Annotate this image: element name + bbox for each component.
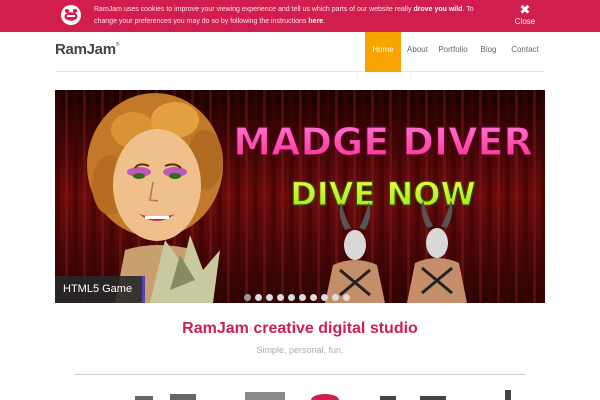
slider-dot[interactable] — [266, 294, 273, 301]
madge-face — [113, 129, 201, 241]
hero-title-1: MADGE DIVER — [233, 120, 532, 164]
nav-item-blog[interactable]: Blog — [472, 32, 505, 72]
client-logos-strip — [135, 390, 511, 400]
cookie-close-button[interactable]: ✖ Close — [510, 3, 540, 29]
cookie-text-end: . — [323, 18, 326, 25]
close-label: Close — [514, 17, 536, 26]
studio-title: RamJam creative digital studio — [182, 320, 418, 337]
cookie-message: RamJam uses cookies to improve your view… — [94, 4, 489, 28]
slider-dot[interactable] — [310, 294, 317, 301]
main-nav: Home About Portfolio Blog Contact — [365, 32, 545, 72]
hero-slider[interactable]: MADGE DIVER DIVE NOW HTML5 Game — [55, 90, 545, 303]
section-divider — [75, 374, 525, 375]
slider-dot[interactable] — [277, 294, 284, 301]
site-logo[interactable]: RamJam® — [55, 41, 119, 58]
close-icon: ✖ — [519, 2, 531, 17]
registered-mark: ® — [115, 42, 120, 48]
slider-dot[interactable] — [343, 294, 350, 301]
logo-text: RamJam — [55, 41, 116, 58]
slider-dot[interactable] — [244, 294, 251, 301]
slider-dot[interactable] — [332, 294, 339, 301]
ramjam-logo-icon — [61, 5, 81, 25]
cookie-text-bold: drove you wild — [413, 6, 463, 13]
slider-dot[interactable] — [299, 294, 306, 301]
slider-pagination — [244, 294, 350, 301]
nav-item-contact[interactable]: Contact — [505, 32, 545, 72]
hero-slide-image: MADGE DIVER DIVE NOW — [55, 90, 545, 303]
hero-title-2: DIVE NOW — [290, 175, 476, 213]
hero-caption[interactable]: HTML5 Game — [55, 276, 145, 303]
slider-dot[interactable] — [255, 294, 262, 301]
slider-dot[interactable] — [321, 294, 328, 301]
nav-item-about[interactable]: About — [401, 32, 434, 72]
nav-item-portfolio[interactable]: Portfolio — [434, 32, 472, 72]
studio-subtitle: Simple, personal, fun. — [256, 345, 344, 355]
slider-dot[interactable] — [288, 294, 295, 301]
cookie-here-link[interactable]: here — [308, 18, 323, 25]
cookie-bar: RamJam uses cookies to improve your view… — [0, 0, 600, 32]
cookie-text-1: RamJam uses cookies to improve your view… — [94, 6, 414, 13]
site-header: RamJam® Home About Portfolio Blog Contac… — [55, 32, 545, 72]
nav-item-home[interactable]: Home — [365, 32, 401, 72]
